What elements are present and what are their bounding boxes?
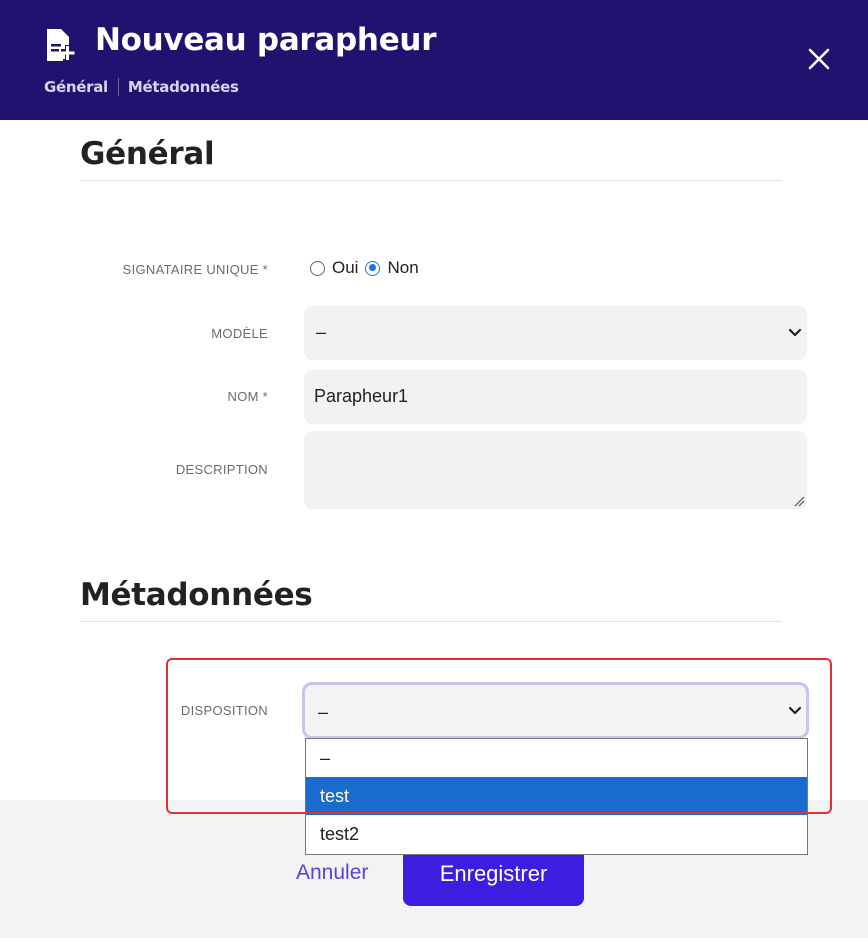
section-nav: Général Métadonnées	[44, 78, 239, 96]
signataire-label: SIGNATAIRE UNIQUE *	[122, 262, 268, 277]
signataire-radio-group: Oui Non	[310, 258, 426, 278]
file-plus-icon	[47, 29, 75, 61]
modele-select-value: –	[316, 322, 327, 342]
disposition-select-value: –	[318, 702, 329, 722]
dropdown-option[interactable]: test2	[306, 815, 807, 853]
dropdown-option[interactable]: –	[306, 739, 807, 777]
divider	[80, 180, 782, 181]
section-title-metadonnees: Métadonnées	[80, 577, 313, 613]
close-icon[interactable]	[805, 45, 833, 73]
nav-separator	[117, 78, 119, 96]
radio-non[interactable]	[365, 260, 381, 276]
description-label: DESCRIPTION	[175, 462, 268, 477]
disposition-dropdown: – test test2	[305, 738, 808, 855]
modele-select[interactable]: –	[304, 306, 807, 360]
disposition-select[interactable]: –	[302, 682, 809, 739]
chevron-down-icon	[788, 706, 802, 714]
disposition-label: DISPOSITION	[180, 703, 268, 718]
dropdown-option-highlighted[interactable]: test	[306, 777, 807, 815]
cancel-button[interactable]: Annuler	[296, 861, 368, 885]
section-title-general: Général	[80, 136, 215, 172]
nom-label: NOM *	[227, 389, 268, 404]
divider	[80, 621, 782, 622]
radio-non-label[interactable]: Non	[387, 258, 418, 278]
nom-input-value: Parapheur1	[314, 386, 409, 406]
modele-label: MODÈLE	[211, 326, 268, 341]
dialog-header: Nouveau parapheur Général Métadonnées	[0, 0, 868, 120]
nav-link-general[interactable]: Général	[44, 78, 108, 96]
nom-input[interactable]: Parapheur1	[304, 370, 807, 424]
chevron-down-icon	[788, 328, 802, 337]
radio-oui-label[interactable]: Oui	[332, 258, 358, 278]
dialog-title: Nouveau parapheur	[95, 22, 437, 58]
nav-link-metadonnees[interactable]: Métadonnées	[128, 78, 239, 96]
description-textarea[interactable]	[304, 431, 807, 509]
resize-grip-icon[interactable]	[793, 495, 805, 507]
radio-oui[interactable]	[310, 260, 325, 276]
